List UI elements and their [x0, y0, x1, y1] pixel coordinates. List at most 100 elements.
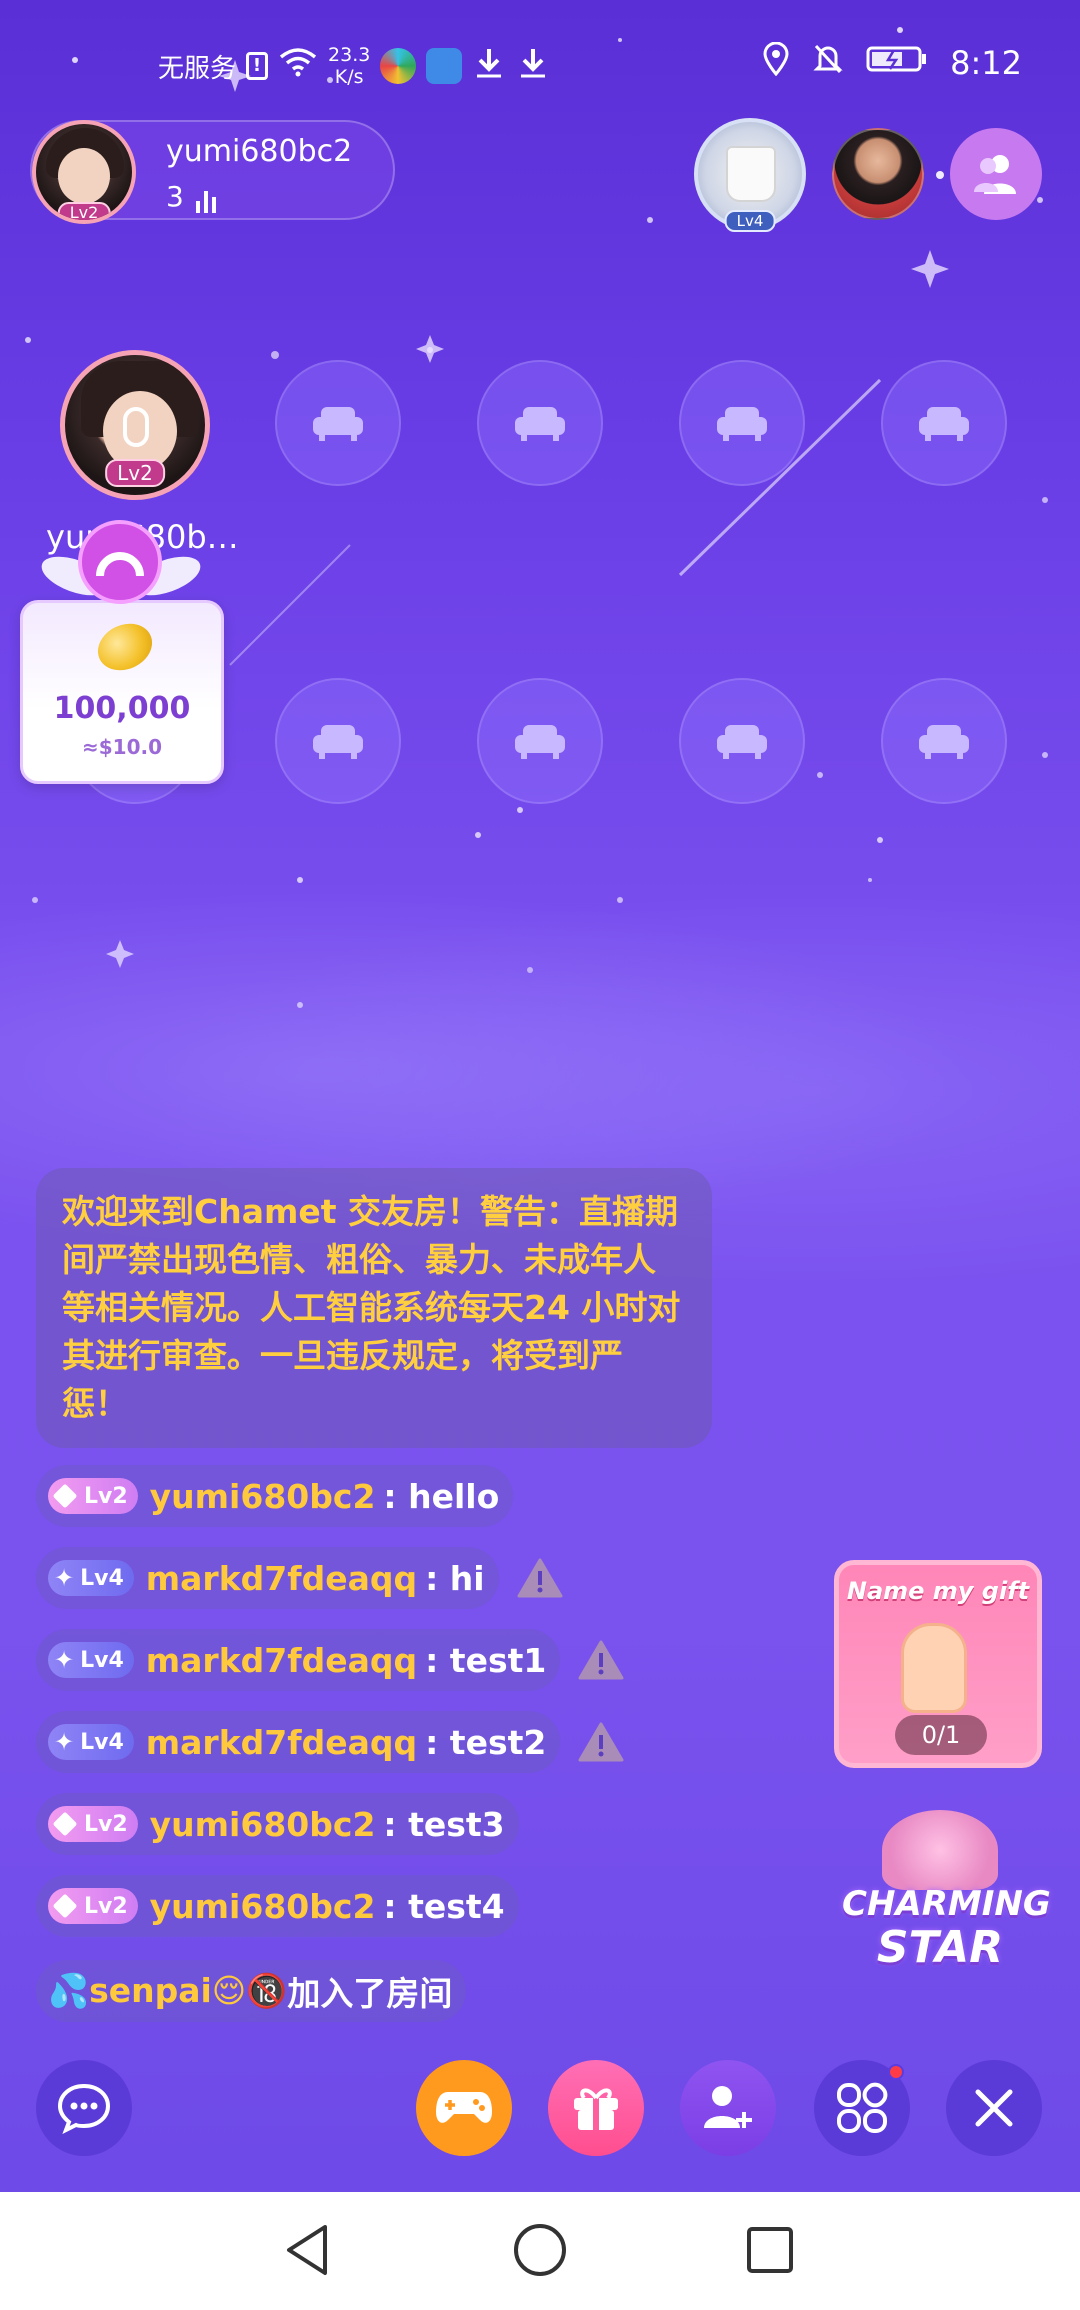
- empty-seat-9[interactable]: [881, 678, 1007, 804]
- members-button[interactable]: [950, 128, 1042, 220]
- sparkle-icon: ✦: [54, 1728, 75, 1756]
- game-button[interactable]: [416, 2060, 512, 2156]
- listener-count: 3: [166, 180, 220, 213]
- user-level-badge: ✦ Lv4: [48, 1724, 134, 1760]
- level-label: Lv2: [84, 1483, 128, 1509]
- top-right-actions: Lv4: [694, 118, 1042, 232]
- viewer-level-badge: Lv4: [724, 210, 776, 232]
- warning-icon[interactable]: [578, 1639, 624, 1681]
- chat-username[interactable]: markd7fdeaqq: [146, 1559, 417, 1598]
- chat-username[interactable]: yumi680bc2: [150, 1805, 376, 1844]
- invite-user-button[interactable]: [680, 2060, 776, 2156]
- diamond-icon: [52, 1893, 78, 1919]
- charming-line1: CHARMING: [842, 1884, 1051, 1924]
- home-button[interactable]: [510, 2220, 570, 2280]
- chat-text: : hello: [383, 1476, 500, 1516]
- host-seat-avatar[interactable]: Lv2: [60, 350, 210, 500]
- chat-username[interactable]: yumi680bc2: [150, 1887, 376, 1926]
- carrier-label: 无服务: [158, 53, 237, 84]
- user-level-badge: Lv2: [48, 1478, 138, 1514]
- add-user-icon: [704, 2086, 752, 2128]
- chat-message[interactable]: Lv2 yumi680bc2: test4: [36, 1875, 519, 1937]
- location-icon: [762, 41, 790, 84]
- chat-bubble-icon: [57, 2083, 111, 2134]
- mascot-icon: [78, 520, 162, 604]
- chat-text: : test2: [425, 1722, 547, 1762]
- chat-button[interactable]: [36, 2060, 132, 2156]
- notification-dot: [888, 2064, 904, 2080]
- join-text: 加入了房间: [287, 1974, 453, 2013]
- empty-seat-4[interactable]: [881, 360, 1007, 486]
- host-name: yumi680bc2: [166, 134, 353, 169]
- empty-seat-2[interactable]: [477, 360, 603, 486]
- chat-text: : test3: [383, 1804, 505, 1844]
- chat-message[interactable]: ✦ Lv4 markd7fdeaqq: hi: [36, 1547, 499, 1609]
- close-room-button[interactable]: [946, 2060, 1042, 2156]
- chat-username[interactable]: yumi680bc2: [150, 1477, 376, 1516]
- name-gift-title: Name my gift: [846, 1577, 1030, 1605]
- status-bar: 无服务 ! 23.3 K/s 8:12: [0, 30, 1080, 90]
- empty-seat-7[interactable]: [477, 678, 603, 804]
- wifi-icon: [278, 47, 318, 85]
- gift-usd-value: ≈$10.0: [81, 735, 163, 759]
- seat-level-badge: Lv2: [105, 459, 165, 487]
- sim-alert-icon: !: [246, 52, 269, 80]
- name-gift-count: 0/1: [895, 1715, 987, 1755]
- sofa-icon: [919, 407, 969, 441]
- sparkle-icon: ✦: [54, 1564, 75, 1592]
- download-icon-2: [516, 46, 550, 87]
- empty-seat-3[interactable]: [679, 360, 805, 486]
- name-my-gift-banner[interactable]: Name my gift 0/1: [834, 1560, 1042, 1768]
- sofa-icon: [515, 725, 565, 759]
- warning-icon[interactable]: [578, 1721, 624, 1763]
- edge-app-icon: [380, 48, 417, 84]
- level-label: Lv2: [84, 1893, 128, 1919]
- close-icon: [975, 2089, 1013, 2127]
- gift-card[interactable]: 100,000 ≈$10.0: [20, 600, 224, 784]
- gift-button[interactable]: [548, 2060, 644, 2156]
- empty-seat-8[interactable]: [679, 678, 805, 804]
- recents-button[interactable]: [740, 2220, 800, 2280]
- host-avatar[interactable]: Lv2: [32, 120, 136, 224]
- cup-icon: [726, 146, 776, 202]
- network-speed: 23.3 K/s: [328, 44, 370, 88]
- empty-seat-1[interactable]: [275, 360, 401, 486]
- chat-username[interactable]: markd7fdeaqq: [146, 1641, 417, 1680]
- bean-coin-icon: [90, 615, 160, 679]
- chat-username[interactable]: markd7fdeaqq: [146, 1723, 417, 1762]
- level-label: Lv2: [84, 1811, 128, 1837]
- members-icon: [974, 155, 1016, 194]
- chat-message[interactable]: Lv2 yumi680bc2: test3: [36, 1793, 519, 1855]
- chat-message[interactable]: Lv2 yumi680bc2: hello: [36, 1465, 514, 1527]
- viewer-avatar-lv4[interactable]: Lv4: [694, 118, 806, 232]
- chat-message[interactable]: ✦ Lv4 markd7fdeaqq: test1: [36, 1629, 561, 1691]
- grid-icon: [837, 2082, 888, 2133]
- sofa-icon: [515, 407, 565, 441]
- room-announcement: 欢迎来到Chamet 交友房！警告：直播期间严禁出现色情、粗俗、暴力、未成年人等…: [36, 1168, 712, 1448]
- join-message: 💦senpai😌🔞 加入了房间: [36, 1960, 467, 2022]
- back-triangle-icon: [287, 2225, 327, 2275]
- more-apps-button[interactable]: [814, 2060, 910, 2156]
- home-circle-icon: [514, 2224, 566, 2276]
- user-level-badge: Lv2: [48, 1888, 138, 1924]
- host-info-pill[interactable]: Lv2 yumi680bc2 3: [30, 120, 395, 224]
- download-icon: [472, 46, 506, 87]
- system-nav-bar: [0, 2192, 1080, 2310]
- chat-message[interactable]: ✦ Lv4 markd7fdeaqq: test2: [36, 1711, 561, 1773]
- gift-amount: 100,000: [53, 691, 191, 726]
- level-label: Lv4: [80, 1565, 124, 1591]
- viewer-avatar[interactable]: [832, 128, 924, 220]
- back-button[interactable]: [278, 2220, 338, 2280]
- sofa-icon: [717, 407, 767, 441]
- charming-star-banner[interactable]: CHARMING STAR: [842, 1810, 1051, 1980]
- chat-text: : test4: [383, 1886, 505, 1926]
- diamond-icon: [52, 1811, 78, 1837]
- warning-icon[interactable]: [517, 1557, 563, 1599]
- chat-text: : hi: [425, 1558, 485, 1598]
- charming-line2: STAR: [876, 1922, 1004, 1973]
- signal-bars-icon: [195, 180, 220, 213]
- diamond-icon: [52, 1483, 78, 1509]
- empty-seat-6[interactable]: [275, 678, 401, 804]
- gift-box-icon: [574, 2088, 618, 2130]
- user-level-badge: Lv2: [48, 1806, 138, 1842]
